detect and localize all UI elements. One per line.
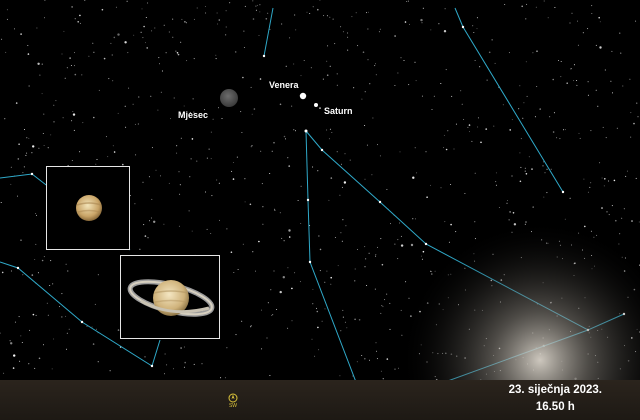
saturn-label: Saturn — [324, 106, 353, 116]
venus-dot[interactable] — [299, 92, 307, 100]
date-time-box: 23. siječnja 2023. 16.50 h — [509, 382, 602, 416]
venus-label: Venera — [269, 80, 299, 90]
compass-direction-label: SW — [228, 403, 238, 409]
saturn-dot[interactable] — [314, 103, 318, 107]
venus-inset — [46, 166, 130, 250]
time-label: 16.50 h — [535, 401, 575, 413]
venus-planet-icon — [76, 195, 102, 221]
saturn-planet-icon — [127, 279, 215, 317]
horizon-glow — [380, 220, 640, 390]
compass-marker-icon — [228, 393, 238, 403]
saturn-inset — [120, 255, 220, 339]
moon[interactable] — [220, 89, 238, 107]
compass-marker[interactable]: SW — [226, 393, 240, 409]
date-label: 23. siječnja 2023. — [508, 384, 602, 396]
moon-label: Mjesec — [178, 110, 209, 120]
